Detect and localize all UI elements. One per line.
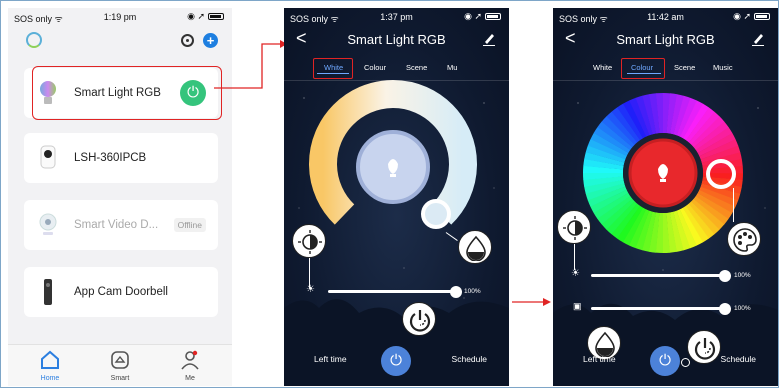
brightness-value: 100% — [734, 272, 751, 279]
bottom-tab-bar: Home Smart Me — [8, 344, 232, 386]
left-time-button[interactable]: Left time — [583, 354, 616, 364]
user-icon — [181, 350, 199, 370]
tab-smart[interactable]: Smart — [90, 345, 150, 386]
brightness-value: 100% — [464, 288, 481, 295]
brightness-slider[interactable] — [328, 290, 456, 293]
contrast-callout-icon — [557, 210, 591, 244]
offline-badge: Offline — [173, 218, 206, 232]
smart-icon — [111, 351, 129, 369]
status-bar: SOS only ᯤ 1:19 pm ◉ ➚ — [8, 8, 232, 26]
left-time-button[interactable]: Left time — [314, 354, 347, 364]
power-button[interactable]: ⏻ — [650, 346, 680, 376]
colour-mode-screen: SOS only ᯤ 11:42 am ◉ ➚ < Smart Light RG… — [553, 8, 778, 386]
scan-camera-icon[interactable] — [181, 34, 194, 47]
status-indicators: ◉ ➚ — [187, 11, 224, 22]
home-screen: SOS only ᯤ 1:19 pm ◉ ➚ + Smart Light RGB… — [8, 8, 232, 386]
device-name: LSH-360IPCB — [74, 152, 147, 164]
water-drop-callout-icon — [458, 230, 492, 264]
device-name: App Cam Doorbell — [74, 286, 168, 298]
device-card-video[interactable]: Smart Video D... Offline — [24, 200, 218, 250]
tab-home[interactable]: Home — [20, 345, 80, 386]
brightness-slider-knob[interactable] — [450, 286, 462, 298]
saturation-slider-knob[interactable] — [719, 303, 731, 315]
saturation-icon: ▣ — [573, 301, 582, 311]
power-button[interactable]: ⏻ — [381, 346, 411, 376]
brightness-icon: ☀ — [306, 284, 315, 295]
callout-arrow — [214, 40, 287, 89]
brightness-slider[interactable] — [591, 274, 725, 277]
tab-me[interactable]: Me — [160, 345, 220, 386]
highlight-box — [32, 66, 222, 120]
video-device-icon — [39, 213, 57, 235]
palette-callout-icon — [727, 222, 761, 256]
colour-wheel[interactable] — [553, 8, 778, 308]
brightness-slider-knob[interactable] — [719, 270, 731, 282]
schedule-button[interactable]: Schedule — [452, 354, 487, 364]
timer-power-callout-icon — [402, 302, 436, 336]
device-card-camera[interactable]: LSH-360IPCB — [24, 133, 218, 183]
device-name: Smart Video D... — [74, 219, 159, 231]
saturation-value: 100% — [734, 305, 751, 312]
contrast-callout-icon — [292, 224, 326, 258]
camera-device-icon — [40, 145, 56, 169]
saturation-slider[interactable] — [591, 307, 725, 310]
doorbell-icon — [44, 279, 52, 305]
white-mode-screen: SOS only ᯤ 1:37 pm ◉ ➚ < Smart Light RGB… — [284, 8, 509, 386]
callout-arrow — [512, 298, 551, 306]
home-icon — [41, 350, 59, 369]
app-logo-icon — [26, 32, 42, 48]
device-card-doorbell[interactable]: App Cam Doorbell — [24, 267, 218, 317]
battery-icon — [208, 13, 224, 21]
brightness-icon: ☀ — [571, 268, 580, 279]
temperature-knob — [421, 199, 451, 229]
schedule-button[interactable]: Schedule — [721, 354, 756, 364]
home-header: + — [8, 30, 232, 54]
